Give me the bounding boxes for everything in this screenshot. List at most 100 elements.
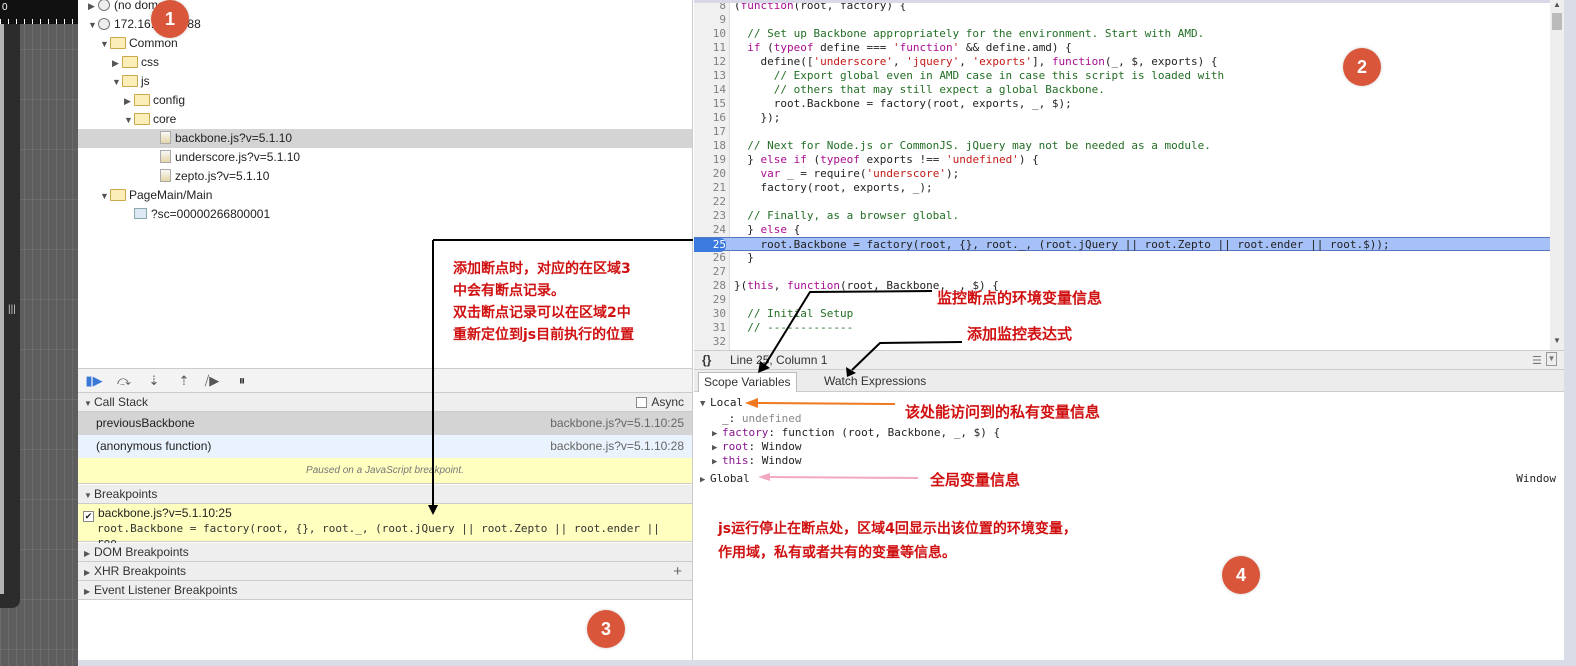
line-number[interactable]: 20 [694, 167, 726, 181]
scope-local[interactable]: ▼ Local [700, 396, 743, 410]
code-line[interactable]: 13 // Export global even in AMD case in … [694, 69, 1564, 83]
line-number[interactable]: 8 [694, 3, 726, 13]
tree-item[interactable]: ▶ config [78, 91, 692, 110]
code-line[interactable]: 14 // others that may still expect a glo… [694, 83, 1564, 97]
code-line[interactable]: 26 } [694, 251, 1564, 265]
xhr-breakpoints-header[interactable]: ▶ XHR Breakpoints + [78, 562, 692, 581]
code-line[interactable]: 18 // Next for Node.js or CommonJS. jQue… [694, 139, 1564, 153]
tab-watch-expressions[interactable]: Watch Expressions [819, 372, 931, 392]
line-number[interactable]: 25 [694, 238, 726, 252]
scroll-thumb[interactable] [1552, 13, 1562, 30]
code-line[interactable]: 8 (function(root, factory) { [694, 3, 1564, 13]
code-line[interactable]: 15 root.Backbone = factory(root, exports… [694, 97, 1564, 111]
call-frame-location[interactable]: backbone.js?v=5.1.10:25 [550, 412, 684, 435]
tree-item[interactable]: ▼ PageMain/Main [78, 186, 692, 205]
code-line[interactable]: 23 // Finally, as a browser global. [694, 209, 1564, 223]
code-line[interactable]: 9 [694, 13, 1564, 27]
collapsed-triangle-icon[interactable]: ▶ [88, 0, 98, 16]
line-number[interactable]: 12 [694, 55, 726, 69]
code-line[interactable]: 20 var _ = require('underscore'); [694, 167, 1564, 181]
line-number[interactable]: 19 [694, 153, 726, 167]
code-line[interactable]: 19 } else if (typeof exports !== 'undefi… [694, 153, 1564, 167]
tree-item[interactable]: ▼ core [78, 110, 692, 129]
code-line[interactable]: 22 [694, 195, 1564, 209]
code-line[interactable]: 29 [694, 293, 1564, 307]
line-number[interactable]: 26 [694, 251, 726, 265]
line-number[interactable]: 24 [694, 223, 726, 237]
line-number[interactable]: 14 [694, 83, 726, 97]
breakpoints-header[interactable]: ▼ Breakpoints [78, 485, 692, 504]
code-line[interactable]: 16 }); [694, 111, 1564, 125]
deactivate-breakpoints-icon[interactable]: ⧸▶ [202, 372, 222, 390]
menu-icon[interactable]: ☰ [1532, 352, 1542, 370]
code-line[interactable]: 10 // Set up Backbone appropriately for … [694, 27, 1564, 41]
line-number[interactable]: 29 [694, 293, 726, 307]
line-number[interactable]: 31 [694, 321, 726, 335]
line-number[interactable]: 9 [694, 13, 726, 27]
expanded-triangle-icon[interactable]: ▼ [100, 187, 110, 206]
call-frame[interactable]: (anonymous function) backbone.js?v=5.1.1… [78, 435, 692, 458]
code-line[interactable]: 25 root.Backbone = factory(root, {}, roo… [694, 237, 1564, 252]
scope-global[interactable]: ▶ Global [700, 472, 750, 486]
collapsed-triangle-icon[interactable]: ▶ [112, 54, 122, 73]
line-number[interactable]: 23 [694, 209, 726, 223]
scope-variable[interactable]: ▶ factory: function (root, Backbone, _, $… [712, 426, 1000, 440]
expanded-triangle-icon[interactable]: ▼ [112, 73, 122, 92]
step-into-icon[interactable]: ⇣ [144, 372, 164, 390]
breakpoint-item[interactable]: ✔ backbone.js?v=5.1.10:25 root.Backbone =… [78, 504, 692, 549]
line-number[interactable]: 11 [694, 41, 726, 55]
line-number[interactable]: 17 [694, 125, 726, 139]
code-editor[interactable]: 8 (function(root, factory) {9 10 // Set up… [694, 0, 1564, 350]
line-number[interactable]: 18 [694, 139, 726, 153]
scroll-up-icon[interactable]: ▲ [1553, 0, 1561, 9]
call-frame[interactable]: previousBackbone backbone.js?v=5.1.10:25 [78, 412, 692, 435]
tree-item[interactable]: backbone.js?v=5.1.10 [78, 129, 692, 148]
line-number[interactable]: 30 [694, 307, 726, 321]
expanded-triangle-icon[interactable]: ▼ [124, 111, 134, 130]
tree-item[interactable]: ?sc=00000266800001 [78, 205, 692, 224]
expanded-triangle-icon[interactable]: ▼ [88, 16, 98, 35]
line-number[interactable]: 10 [694, 27, 726, 41]
event-listener-breakpoints-header[interactable]: ▶ Event Listener Breakpoints [78, 581, 692, 600]
code-line[interactable]: 11 if (typeof define === 'function' && d… [694, 41, 1564, 55]
resume-icon[interactable]: ▮▶ [84, 372, 104, 390]
async-checkbox[interactable] [636, 397, 648, 408]
tree-item[interactable]: zepto.js?v=5.1.10 [78, 167, 692, 186]
scroll-down-icon[interactable]: ▼ [1553, 336, 1561, 345]
async-toggle[interactable]: Async [636, 393, 684, 412]
line-number[interactable]: 16 [694, 111, 726, 125]
scope-variable[interactable]: ▶ root: Window [712, 440, 802, 454]
line-number[interactable]: 27 [694, 265, 726, 279]
line-number[interactable]: 32 [694, 335, 726, 349]
code-line[interactable]: 12 define(['underscore', 'jquery', 'expo… [694, 55, 1564, 69]
code-line[interactable]: 17 [694, 125, 1564, 139]
line-number[interactable]: 13 [694, 69, 726, 83]
tree-item[interactable]: ▶ css [78, 53, 692, 72]
expanded-triangle-icon[interactable]: ▼ [100, 35, 110, 54]
resize-grip[interactable]: ||| [8, 304, 16, 315]
code-line[interactable]: 28}(this, function(root, Backbone, _, $)… [694, 279, 1564, 293]
tab-scope-variables[interactable]: Scope Variables [698, 372, 797, 392]
line-number[interactable]: 28 [694, 279, 726, 293]
code-line[interactable]: 32 [694, 335, 1564, 349]
call-frame-location[interactable]: backbone.js?v=5.1.10:28 [550, 435, 684, 458]
step-over-icon[interactable]: ⤼ [114, 372, 134, 390]
collapsed-triangle-icon[interactable]: ▶ [124, 92, 134, 111]
code-line[interactable]: 21 factory(root, exports, _); [694, 181, 1564, 195]
line-number[interactable]: 21 [694, 181, 726, 195]
breakpoint-checkbox[interactable]: ✔ [83, 511, 94, 522]
line-number[interactable]: 22 [694, 195, 726, 209]
tree-item[interactable]: underscore.js?v=5.1.10 [78, 148, 692, 167]
scope-variable[interactable]: ▶ this: Window [712, 454, 802, 468]
code-line[interactable]: 27 [694, 265, 1564, 279]
line-number[interactable]: 15 [694, 97, 726, 111]
code-line[interactable]: 24 } else { [694, 223, 1564, 237]
dom-breakpoints-header[interactable]: ▶ DOM Breakpoints [78, 543, 692, 562]
pretty-print-button[interactable]: {} [702, 351, 711, 369]
dock-toggle-icon[interactable]: ▼ [1546, 352, 1557, 366]
editor-scrollbar[interactable]: ▲ ▼ [1550, 0, 1564, 350]
tree-item[interactable]: ▼ js [78, 72, 692, 91]
code-line[interactable]: 30 // Initial Setup [694, 307, 1564, 321]
pause-on-exceptions-icon[interactable]: ⏸ [232, 372, 252, 390]
call-stack-header[interactable]: ▼ Call Stack Async [78, 393, 692, 412]
